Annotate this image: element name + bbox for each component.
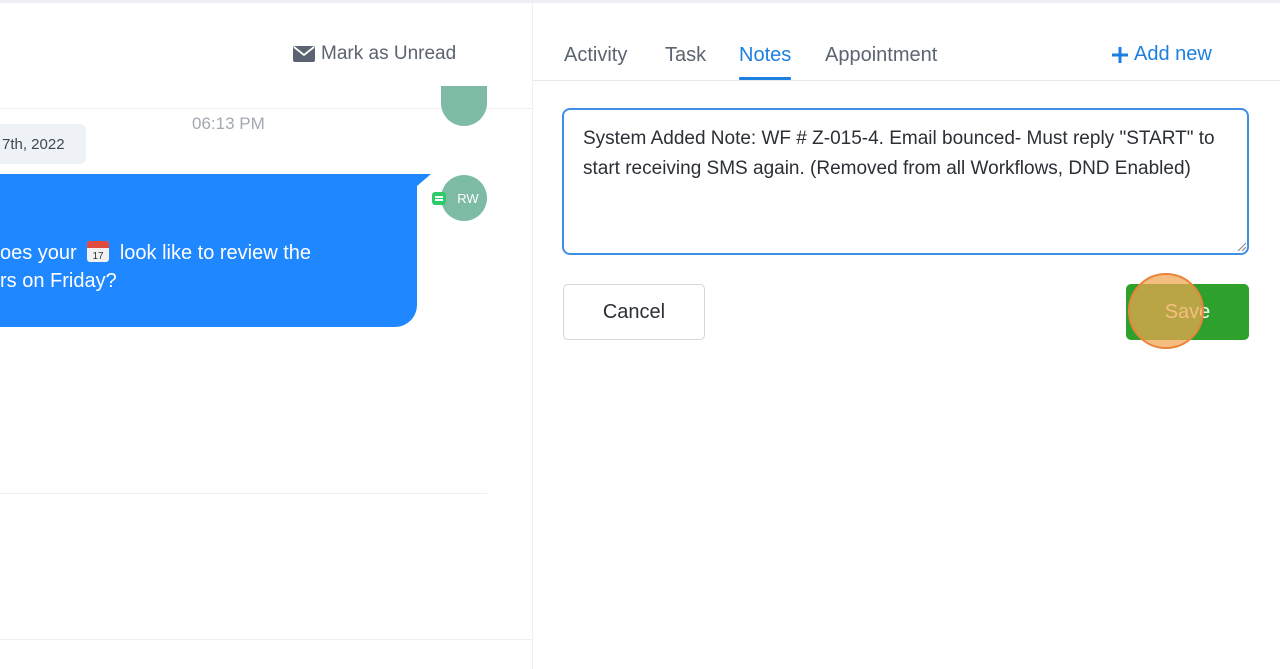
save-button[interactable]: Save	[1126, 284, 1249, 340]
message-text-part: look like to review the	[119, 242, 312, 264]
date-chip: 7th, 2022	[0, 124, 86, 164]
tab-appointment[interactable]: Appointment	[825, 44, 937, 67]
envelope-icon	[293, 46, 315, 62]
mark-as-unread-button[interactable]: Mark as Unread	[293, 43, 456, 65]
notes-pane: Activity Task Notes Appointment Add new …	[533, 3, 1280, 669]
message-timestamp: 06:13 PM	[192, 114, 265, 133]
add-new-button[interactable]: Add new	[1111, 43, 1212, 66]
cancel-button[interactable]: Cancel	[563, 284, 705, 340]
add-new-label: Add new	[1134, 43, 1212, 65]
avatar-rw: RW	[441, 175, 487, 221]
tab-task[interactable]: Task	[665, 44, 706, 67]
divider	[0, 639, 532, 640]
tab-activity[interactable]: Activity	[564, 44, 627, 67]
tab-notes[interactable]: Notes	[739, 44, 792, 80]
sms-channel-icon	[432, 192, 446, 205]
resize-handle-icon[interactable]	[1236, 241, 1246, 251]
calendar-icon: 17	[87, 241, 110, 262]
plus-icon	[1112, 46, 1128, 63]
avatar	[441, 86, 487, 126]
note-textarea[interactable]: System Added Note: WF # Z-015-4. Email b…	[562, 108, 1249, 255]
bubble-tail	[417, 174, 431, 186]
conversation-pane: Mark as Unread 06:13 PM 7th, 2022 oes yo…	[0, 3, 532, 669]
message-bubble: oes your 17 look like to review the rs o…	[0, 174, 417, 327]
message-text-part: oes your	[0, 242, 77, 264]
message-line-2: rs on Friday?	[0, 270, 117, 292]
svg-text:17: 17	[93, 251, 105, 262]
tab-bar: Activity Task Notes Appointment Add new	[533, 3, 1280, 81]
mark-as-unread-label: Mark as Unread	[321, 43, 457, 64]
message-line-1: oes your 17 look like to review the	[0, 239, 311, 265]
divider	[0, 493, 487, 494]
